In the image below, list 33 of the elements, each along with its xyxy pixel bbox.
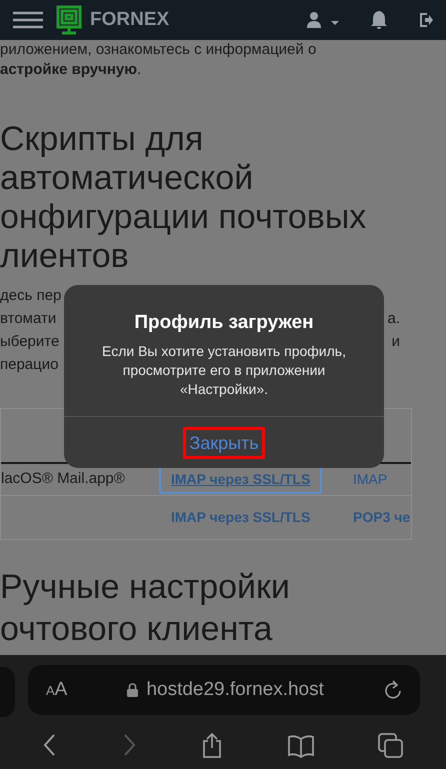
paragraph-text: перацио xyxy=(0,355,58,375)
intro-text: астройке вручную. xyxy=(0,60,142,80)
protocol-link[interactable]: IMAP xyxy=(353,469,388,490)
tabs-icon[interactable] xyxy=(378,733,404,759)
intro-text: риложением, ознакомьтесь с информацией о xyxy=(0,40,318,60)
logo-icon xyxy=(56,5,82,35)
section-heading: Ручные настройки xyxy=(0,567,291,608)
table-cell-text: lacOS® Mail.app® xyxy=(1,469,125,490)
paragraph-text: десь пер xyxy=(0,286,62,306)
dialog-title: Профиль загружен xyxy=(134,311,314,335)
url-text: hostde29.fornex.host xyxy=(146,678,324,702)
logo-text: FORNEX xyxy=(90,8,170,32)
protocol-link[interactable]: POP3 че xyxy=(353,507,410,528)
paragraph-text: втомати xyxy=(0,309,56,329)
section-heading: очтового клиента xyxy=(0,609,274,650)
bell-icon[interactable] xyxy=(370,10,388,30)
dialog-message: Если Вы хотите установить профиль, просмотрите его в приложении «Настройки». xyxy=(101,342,347,398)
section-heading: автоматической xyxy=(0,159,254,198)
address-bar[interactable]: AA hostde29.fornex.host xyxy=(28,665,420,715)
reload-icon[interactable] xyxy=(384,680,402,700)
user-icon[interactable] xyxy=(306,11,340,29)
section-heading: онфигурации почтовых xyxy=(0,198,368,237)
section-heading: лиентов xyxy=(0,237,130,276)
logout-icon[interactable] xyxy=(418,12,434,28)
text-size-button[interactable]: AA xyxy=(46,676,68,704)
book-icon[interactable] xyxy=(287,733,316,759)
protocol-link[interactable]: IMAP через SSL/TLS xyxy=(159,507,322,528)
paragraph-text: ыберите xyxy=(0,332,60,352)
paragraph-text: и xyxy=(392,332,400,352)
section-heading: Скрипты для xyxy=(0,120,204,159)
menu-icon[interactable] xyxy=(12,11,44,29)
lock-icon xyxy=(127,683,138,697)
paragraph-text: а. xyxy=(387,309,400,329)
